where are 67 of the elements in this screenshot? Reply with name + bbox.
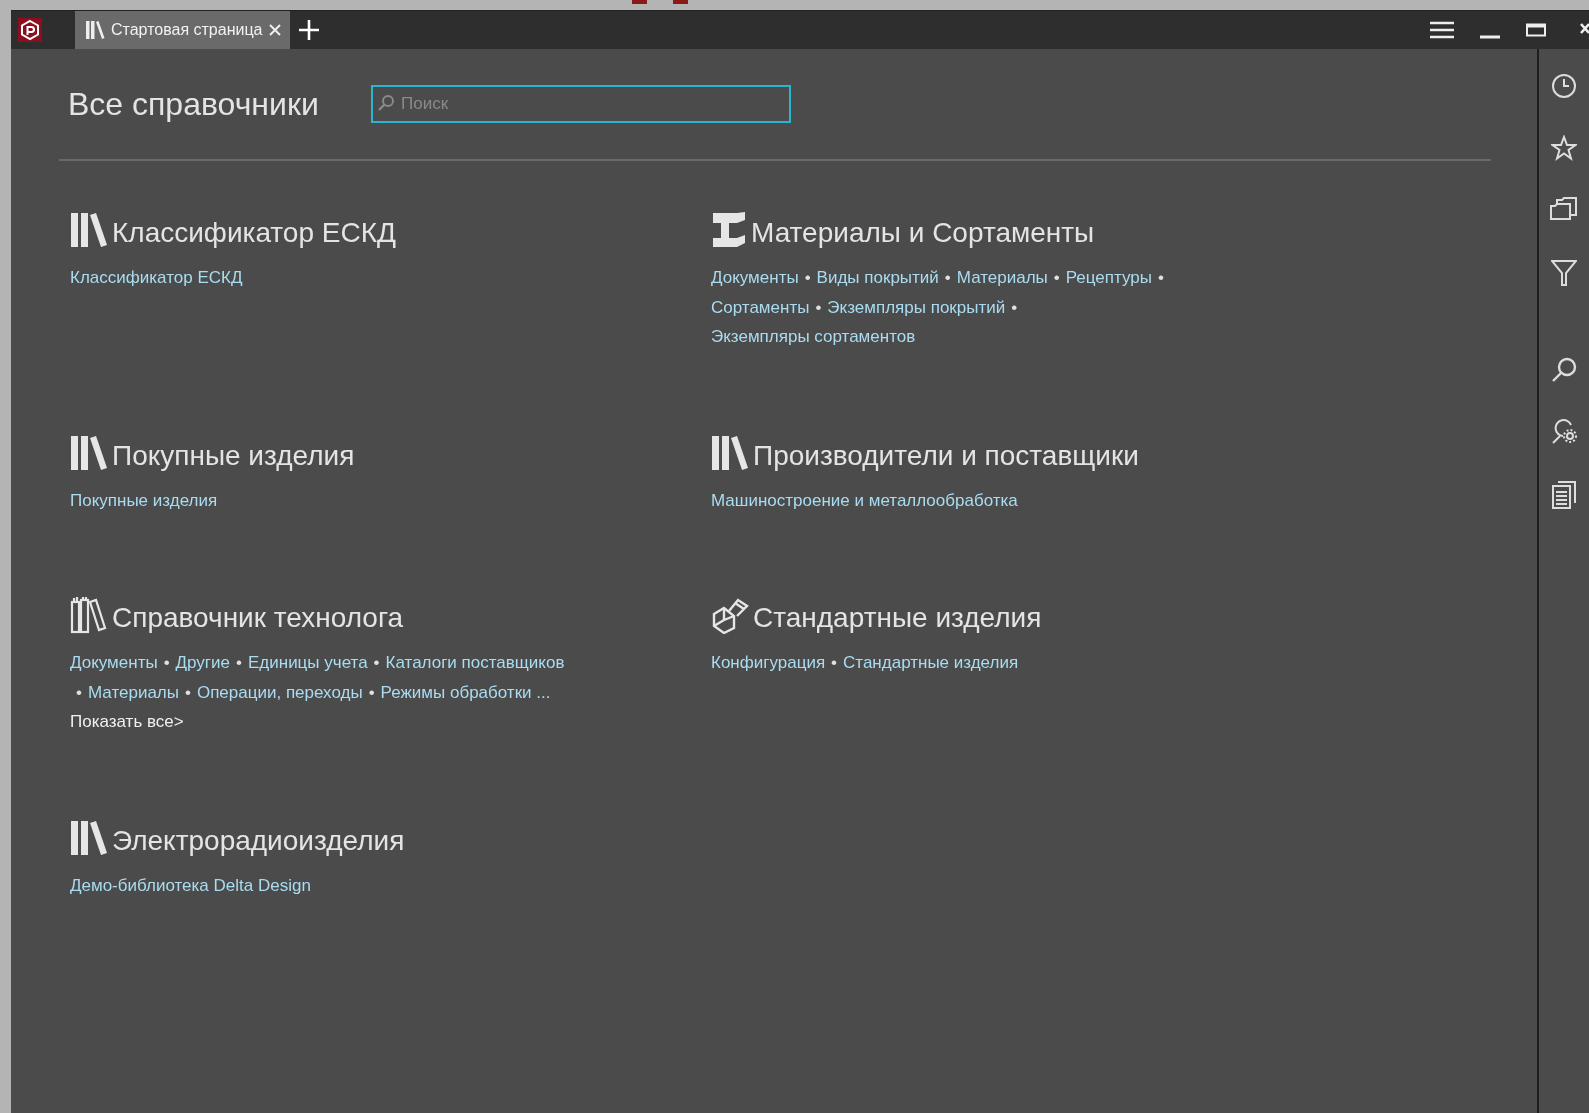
maximize-icon[interactable] xyxy=(1526,23,1546,37)
search-field[interactable]: Поиск xyxy=(371,85,791,123)
page-title: Все справочники xyxy=(68,85,320,123)
catalog-link[interactable]: Стандартные изделия xyxy=(843,648,1019,678)
app-logo-icon xyxy=(18,18,42,42)
catalog-title: Стандартные изделия xyxy=(753,604,1042,634)
search-settings-icon[interactable] xyxy=(1551,419,1577,445)
tab[interactable]: Стартовая страница xyxy=(75,11,291,49)
beam-icon xyxy=(711,211,747,249)
books-icon xyxy=(70,211,108,249)
window-edge-mark xyxy=(673,0,688,4)
catalog-link[interactable]: Документы xyxy=(711,263,799,293)
search-icon xyxy=(377,94,395,112)
show-all-link[interactable]: Показать все> xyxy=(70,707,184,736)
catalog-link[interactable]: Режимы обработки ... xyxy=(380,677,551,707)
separator-dot: • xyxy=(163,652,170,674)
star-icon[interactable] xyxy=(1551,135,1577,161)
separator-dot: • xyxy=(1011,296,1018,319)
catalog-title: Покупные изделия xyxy=(112,442,355,472)
catalog-link[interactable]: Операции, переходы xyxy=(196,677,363,707)
books-icon xyxy=(70,819,108,857)
catalog-link[interactable]: Материалы xyxy=(956,263,1048,293)
search-icon[interactable] xyxy=(1551,357,1577,383)
separator-dot: • xyxy=(1053,267,1060,289)
clock-icon[interactable] xyxy=(1551,73,1577,99)
catalog-link[interactable]: Каталоги поставщиков xyxy=(385,648,565,678)
filter-icon[interactable] xyxy=(1551,259,1577,287)
separator-dot: • xyxy=(815,296,822,319)
catalog-link[interactable]: Машиностроение и металлообработка xyxy=(711,486,1018,516)
catalog-link[interactable]: Конфигурация xyxy=(711,648,826,678)
catalog-title: Материалы и Сортаменты xyxy=(751,219,1095,249)
catalog-link[interactable]: Единицы учета xyxy=(248,648,368,678)
catalog-link[interactable]: Другие xyxy=(175,648,231,678)
books-icon xyxy=(85,20,105,40)
catalog-link[interactable]: Материалы xyxy=(87,677,179,707)
books-icon xyxy=(711,434,749,472)
window-edge-mark xyxy=(632,0,647,4)
separator-dot: • xyxy=(1158,267,1164,289)
separator-dot: • xyxy=(373,652,380,674)
catalog-link[interactable]: Классификатор ЕСКД xyxy=(70,263,243,293)
catalog-link[interactable]: Рецептуры xyxy=(1065,263,1152,293)
document-list-icon[interactable] xyxy=(1551,481,1577,509)
separator-dot: • xyxy=(185,681,191,704)
minimize-icon[interactable] xyxy=(1480,35,1500,39)
separator-dot: • xyxy=(236,652,242,674)
catalog-title: Справочник технолога xyxy=(112,604,404,634)
catalog-link[interactable]: Экземпляры сортаментов xyxy=(711,322,916,352)
separator-dot: • xyxy=(368,681,375,704)
catalog-link[interactable]: Экземпляры покрытий xyxy=(827,292,1006,322)
separator-dot: • xyxy=(76,681,82,704)
books-icon xyxy=(70,596,108,634)
catalog-title: Электрорадиоизделия xyxy=(112,827,405,857)
bolt-icon xyxy=(711,596,749,634)
catalog-link[interactable]: Демо-библиотека Delta Design xyxy=(70,871,311,901)
separator-dot: • xyxy=(831,652,838,674)
catalog-link[interactable]: Покупные изделия xyxy=(70,486,218,516)
catalog-link[interactable]: Виды покрытий xyxy=(816,263,939,293)
books-icon xyxy=(70,434,108,472)
separator-dot: • xyxy=(804,267,811,289)
separator-dot: • xyxy=(944,267,951,289)
add-tab-icon[interactable] xyxy=(298,19,321,41)
catalog-title: Производители и поставщики xyxy=(753,442,1139,472)
catalog-link[interactable]: Сортаменты xyxy=(711,292,810,322)
folders-icon[interactable] xyxy=(1550,197,1578,223)
menu-icon[interactable] xyxy=(1430,20,1454,40)
catalog-title: Классификатор ЕСКД xyxy=(112,219,396,249)
catalog-link[interactable]: Документы xyxy=(70,648,158,678)
